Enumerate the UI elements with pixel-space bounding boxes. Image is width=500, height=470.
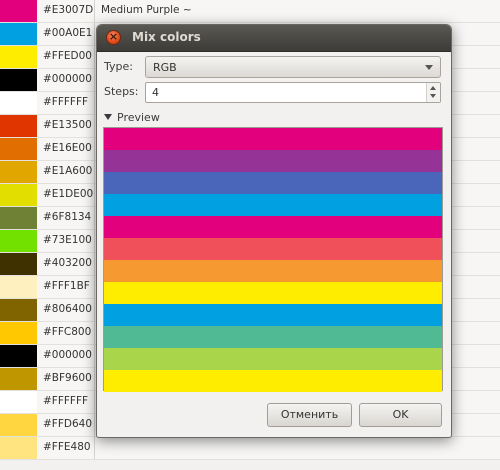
color-swatch bbox=[0, 115, 37, 137]
hex-value: #000000 bbox=[43, 73, 92, 85]
preview-stripe bbox=[104, 348, 442, 370]
preview-stripe bbox=[104, 150, 442, 172]
color-swatch bbox=[0, 391, 37, 413]
steps-stepper[interactable] bbox=[426, 83, 440, 102]
preview-stripe bbox=[104, 194, 442, 216]
column-divider bbox=[94, 414, 95, 436]
hex-value: #E3007D bbox=[43, 4, 94, 16]
dialog-title: Mix colors bbox=[132, 30, 201, 44]
column-divider bbox=[94, 69, 95, 91]
hex-value: #806400 bbox=[43, 303, 92, 315]
color-swatch bbox=[0, 345, 37, 367]
column-divider bbox=[94, 230, 95, 252]
column-divider bbox=[94, 92, 95, 114]
color-swatch bbox=[0, 0, 37, 22]
hex-value: #FFED00 bbox=[43, 50, 92, 62]
preview-stripe bbox=[104, 326, 442, 348]
expander-arrow-icon bbox=[104, 114, 112, 120]
ok-button[interactable]: OK bbox=[359, 403, 442, 427]
hex-value: #E1A600 bbox=[43, 165, 93, 177]
hex-value: #FFF1BF bbox=[43, 280, 90, 292]
hex-value: #E1DE00 bbox=[43, 188, 94, 200]
color-name: Medium Purple ~ bbox=[101, 4, 192, 16]
type-value: RGB bbox=[153, 61, 177, 74]
color-swatch bbox=[0, 46, 37, 68]
hex-value: #FFD640 bbox=[43, 418, 93, 430]
color-swatch bbox=[0, 414, 37, 436]
preview-stripe bbox=[104, 128, 442, 150]
preview-stripe bbox=[104, 304, 442, 326]
preview-label: Preview bbox=[117, 111, 160, 124]
column-divider bbox=[94, 184, 95, 206]
color-swatch bbox=[0, 23, 37, 45]
preview-stripe bbox=[104, 370, 442, 392]
preview-expander[interactable]: Preview bbox=[104, 111, 224, 125]
type-combobox[interactable]: RGB bbox=[145, 56, 441, 78]
hex-value: #FFC800 bbox=[43, 326, 92, 338]
hex-value: #E13500 bbox=[43, 119, 92, 131]
palette-row[interactable]: #E3007D Medium Purple ~ bbox=[0, 0, 500, 23]
color-swatch bbox=[0, 69, 37, 91]
column-divider bbox=[94, 0, 95, 22]
column-divider bbox=[94, 115, 95, 137]
type-label: Type: bbox=[104, 60, 133, 73]
hex-value: #73E100 bbox=[43, 234, 92, 246]
column-divider bbox=[94, 276, 95, 298]
column-divider bbox=[94, 207, 95, 229]
column-divider bbox=[94, 299, 95, 321]
hex-value: #FFFFFF bbox=[43, 96, 89, 108]
hex-value: #00A0E1 bbox=[43, 27, 93, 39]
column-divider bbox=[94, 161, 95, 183]
column-divider bbox=[94, 368, 95, 390]
column-divider bbox=[94, 391, 95, 413]
hex-value: #E16E00 bbox=[43, 142, 92, 154]
color-swatch bbox=[0, 207, 37, 229]
column-divider bbox=[94, 138, 95, 160]
decrement-arrow-icon[interactable] bbox=[430, 94, 436, 98]
hex-value: #BF9600 bbox=[43, 372, 92, 384]
preview-stripe bbox=[104, 172, 442, 194]
cancel-button[interactable]: Отменить bbox=[267, 403, 352, 427]
steps-spinbutton[interactable]: 4 bbox=[145, 82, 441, 103]
column-divider bbox=[94, 253, 95, 275]
increment-arrow-icon[interactable] bbox=[430, 86, 436, 90]
color-swatch bbox=[0, 138, 37, 160]
color-swatch bbox=[0, 322, 37, 344]
dialog-titlebar: × Mix colors bbox=[97, 25, 451, 52]
color-swatch bbox=[0, 437, 37, 459]
close-icon[interactable]: × bbox=[106, 30, 121, 45]
preview-area bbox=[103, 127, 443, 392]
color-swatch bbox=[0, 161, 37, 183]
preview-stripe bbox=[104, 238, 442, 260]
color-swatch bbox=[0, 230, 37, 252]
steps-label: Steps: bbox=[104, 85, 139, 98]
column-divider bbox=[94, 46, 95, 68]
preview-stripe bbox=[104, 260, 442, 282]
hex-value: #FFFFFF bbox=[43, 395, 89, 407]
chevron-down-icon bbox=[425, 65, 433, 70]
mix-colors-dialog: × Mix colors Type: RGB Steps: 4 Preview … bbox=[96, 24, 452, 438]
column-divider bbox=[94, 437, 95, 459]
column-divider bbox=[94, 322, 95, 344]
column-divider bbox=[94, 23, 95, 45]
hex-value: #000000 bbox=[43, 349, 92, 361]
hex-value: #6F8134 bbox=[43, 211, 92, 223]
preview-stripe bbox=[104, 282, 442, 304]
color-swatch bbox=[0, 368, 37, 390]
hex-value: #403200 bbox=[43, 257, 92, 269]
preview-stripe bbox=[104, 216, 442, 238]
color-swatch bbox=[0, 276, 37, 298]
palette-row[interactable]: #FFE480 bbox=[0, 437, 500, 460]
color-swatch bbox=[0, 299, 37, 321]
hex-value: #FFE480 bbox=[43, 441, 91, 453]
color-swatch bbox=[0, 184, 37, 206]
color-swatch bbox=[0, 92, 37, 114]
color-swatch bbox=[0, 253, 37, 275]
steps-value: 4 bbox=[152, 86, 159, 99]
column-divider bbox=[94, 345, 95, 367]
